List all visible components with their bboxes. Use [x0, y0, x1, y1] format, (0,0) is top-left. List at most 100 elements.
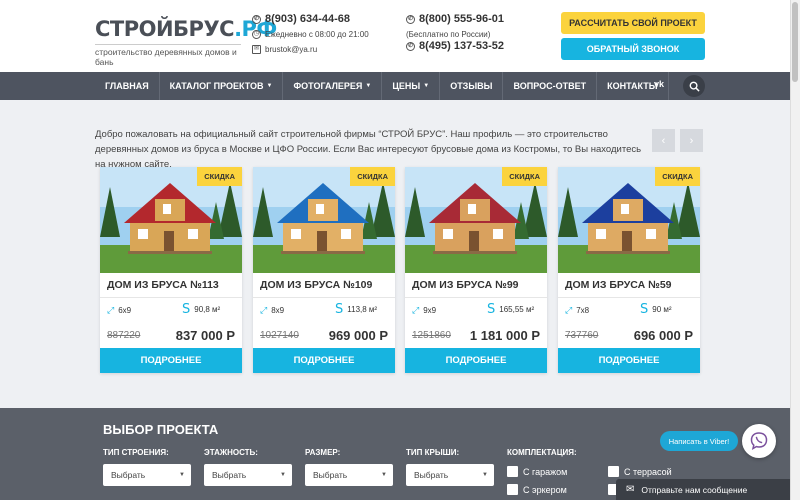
- checkbox-label: С террасой: [624, 466, 672, 477]
- phone-1[interactable]: ✆ 8(903) 634-44-68: [252, 13, 350, 25]
- selector-dropdown[interactable]: Выбрать ▼: [103, 464, 191, 486]
- project-card[interactable]: СКИДКА ДОМ ИЗ БРУСА №99 ⤢ 9х9 S 165,55 м…: [405, 167, 547, 373]
- size-value: 6х9: [118, 306, 132, 315]
- page-scrollbar[interactable]: [790, 0, 800, 500]
- project-image[interactable]: СКИДКА: [405, 167, 547, 273]
- scrollbar-thumb[interactable]: [792, 2, 798, 82]
- project-title[interactable]: ДОМ ИЗ БРУСА №109: [260, 279, 372, 291]
- selector-title: ВЫБОР ПРОЕКТА: [103, 422, 219, 437]
- chevron-down-icon: ▼: [179, 472, 185, 478]
- equipment-checkbox[interactable]: С эркером: [507, 484, 567, 495]
- details-button[interactable]: ПОДРОБНЕЕ: [405, 348, 547, 373]
- project-area: S 165,55 м²: [487, 302, 534, 317]
- calculate-project-button[interactable]: РАССЧИТАТЬ СВОЙ ПРОЕКТ: [561, 12, 705, 34]
- nav-item-label: ВОПРОС-ОТВЕТ: [513, 81, 587, 91]
- size-value: 7х8: [576, 306, 590, 315]
- size-value: 8х9: [271, 306, 285, 315]
- area-value: 165,55 м²: [499, 305, 535, 314]
- envelope-icon: ✉: [252, 45, 261, 54]
- project-title[interactable]: ДОМ ИЗ БРУСА №99: [412, 279, 519, 291]
- details-button[interactable]: ПОДРОБНЕЕ: [558, 348, 700, 373]
- work-hours: ◷ Ежедневно с 08:00 до 21:00: [252, 30, 369, 39]
- size-value: 9х9: [423, 306, 437, 315]
- discount-badge: СКИДКА: [502, 167, 547, 186]
- discount-badge: СКИДКА: [655, 167, 700, 186]
- checkbox[interactable]: [507, 466, 518, 477]
- phone-2[interactable]: ✆ 8(800) 555-96-01: [406, 13, 504, 25]
- project-title[interactable]: ДОМ ИЗ БРУСА №113: [107, 279, 219, 291]
- expand-icon: ⤢: [412, 305, 420, 315]
- viber-tooltip[interactable]: Написать в Viber!: [660, 431, 738, 451]
- nav-item[interactable]: КАТАЛОГ ПРОЕКТОВ ▼: [160, 72, 284, 100]
- equipment-checkbox[interactable]: С террасой: [608, 466, 672, 477]
- current-price: 969 000 Р: [328, 328, 388, 343]
- caret-down-icon: ▼: [365, 83, 372, 89]
- details-button[interactable]: ПОДРОБНЕЕ: [100, 348, 242, 373]
- expand-icon: ⤢: [260, 305, 268, 315]
- dropdown-value: Выбрать: [414, 470, 449, 480]
- old-price: 887220: [107, 330, 141, 341]
- email-link[interactable]: ✉ brustok@ya.ru: [252, 45, 317, 54]
- project-card[interactable]: СКИДКА ДОМ ИЗ БРУСА №59 ⤢ 7х8 S 90 м² 73…: [558, 167, 700, 373]
- checkbox-label: С гаражом: [523, 466, 568, 477]
- chat-widget[interactable]: ✉ Отправьте нам сообщение: [616, 479, 790, 500]
- slider-prev-button[interactable]: ‹: [652, 129, 675, 152]
- viber-icon: [750, 432, 768, 450]
- project-card[interactable]: СКИДКА ДОМ ИЗ БРУСА №109 ⤢ 8х9 S 113,8 м…: [253, 167, 395, 373]
- main-nav: ГЛАВНАЯ КАТАЛОГ ПРОЕКТОВ ▼ ФОТОГАЛЕРЕЯ ▼ ЦЕНЫ…: [0, 72, 790, 100]
- phone-icon: ✆: [406, 14, 415, 24]
- equipment-checkbox[interactable]: С гаражом: [507, 466, 567, 477]
- old-price: 1251860: [412, 330, 451, 341]
- details-button[interactable]: ПОДРОБНЕЕ: [253, 348, 395, 373]
- site-logo[interactable]: СТРОЙБРУС.РФ: [95, 17, 277, 41]
- viber-button[interactable]: [742, 424, 776, 458]
- phone-3[interactable]: ✆ 8(495) 137-53-52: [406, 40, 504, 52]
- nav-item-label: ГЛАВНАЯ: [105, 81, 149, 91]
- project-image[interactable]: СКИДКА: [100, 167, 242, 273]
- selector-dropdown[interactable]: Выбрать ▼: [406, 464, 494, 486]
- chat-label: Отправьте нам сообщение: [641, 484, 748, 495]
- project-image[interactable]: СКИДКА: [558, 167, 700, 273]
- area-icon: S: [182, 302, 191, 317]
- phone-icon: ✆: [406, 41, 415, 51]
- project-card[interactable]: СКИДКА ДОМ ИЗ БРУСА №113 ⤢ 6х9 S 90,8 м²…: [100, 167, 242, 373]
- vk-icon[interactable]: vk: [654, 79, 664, 89]
- project-size: ⤢ 8х9: [260, 305, 284, 316]
- chevron-left-icon: ‹: [661, 134, 666, 147]
- project-image[interactable]: СКИДКА: [253, 167, 395, 273]
- checkbox-label: С эркером: [523, 484, 567, 495]
- nav-item-label: ЦЕНЫ: [392, 81, 421, 91]
- dropdown-value: Выбрать: [313, 470, 348, 480]
- project-title[interactable]: ДОМ ИЗ БРУСА №59: [565, 279, 672, 291]
- area-value: 90 м²: [652, 305, 672, 314]
- phone-icon: ✆: [252, 14, 261, 24]
- current-price: 696 000 Р: [633, 328, 693, 343]
- divider: [253, 297, 395, 298]
- search-button[interactable]: [683, 75, 705, 97]
- nav-item[interactable]: ФОТОГАЛЕРЕЯ ▼: [283, 72, 383, 100]
- selector-field-label: ТИП СТРОЕНИЯ:: [103, 448, 169, 457]
- selector-field-label: РАЗМЕР:: [305, 448, 341, 457]
- callback-button[interactable]: ОБРАТНЫЙ ЗВОНОК: [561, 38, 705, 60]
- selector-field-label: ТИП КРЫШИ:: [406, 448, 460, 457]
- selector-dropdown[interactable]: Выбрать ▼: [305, 464, 393, 486]
- checkbox[interactable]: [507, 484, 518, 495]
- clock-icon: ◷: [252, 30, 261, 39]
- divider: [558, 297, 700, 298]
- nav-item[interactable]: ОТЗЫВЫ: [440, 72, 504, 100]
- current-price: 1 181 000 Р: [469, 328, 540, 343]
- caret-down-icon: ▼: [423, 83, 430, 89]
- dropdown-value: Выбрать: [111, 470, 146, 480]
- nav-item[interactable]: ЦЕНЫ ▼: [382, 72, 441, 100]
- nav-item-label: ОТЗЫВЫ: [450, 81, 493, 91]
- nav-item[interactable]: ВОПРОС-ОТВЕТ: [503, 72, 598, 100]
- intro-text: Добро пожаловать на официальный сайт стр…: [95, 129, 642, 170]
- nav-item[interactable]: ГЛАВНАЯ: [95, 72, 160, 100]
- checkbox[interactable]: [608, 466, 619, 477]
- slider-next-button[interactable]: ›: [680, 129, 703, 152]
- selector-dropdown[interactable]: Выбрать ▼: [204, 464, 292, 486]
- dropdown-value: Выбрать: [212, 470, 247, 480]
- area-icon: S: [335, 302, 344, 317]
- discount-badge: СКИДКА: [350, 167, 395, 186]
- divider: [405, 297, 547, 298]
